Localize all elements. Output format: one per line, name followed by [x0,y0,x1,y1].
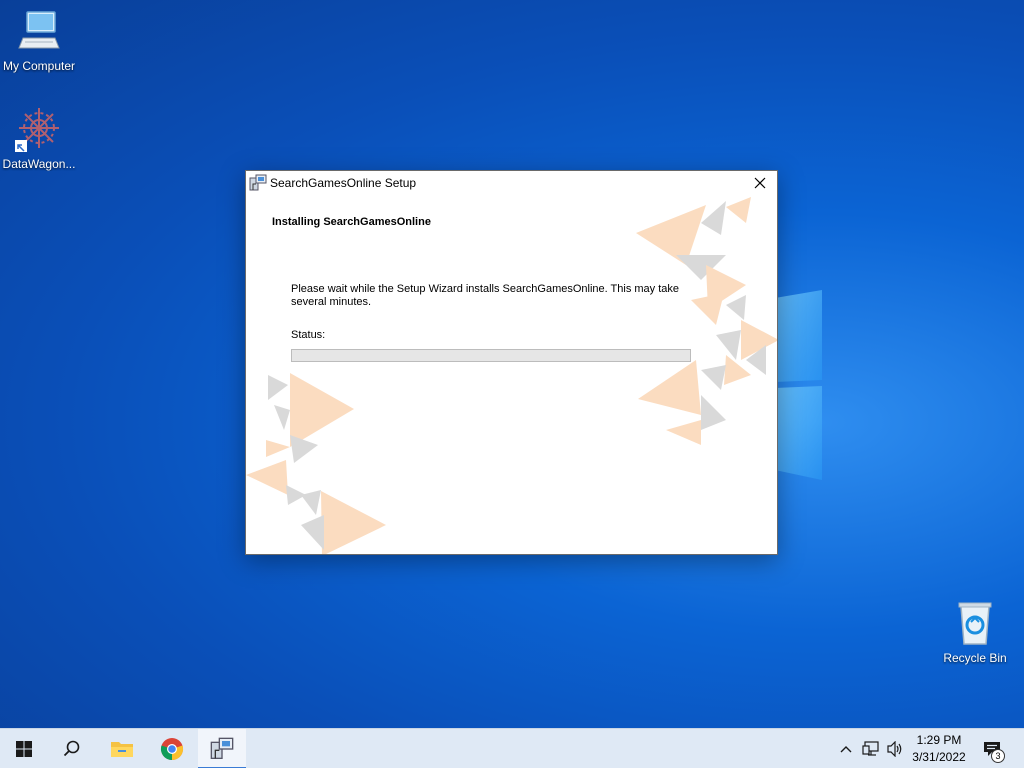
notification-count-badge: 3 [991,749,1005,763]
speaker-icon [887,741,902,757]
file-explorer-button[interactable] [98,729,146,768]
clock-time: 1:29 PM [916,733,962,747]
folder-icon [111,742,133,757]
dialog-title: SearchGamesOnline Setup [270,176,417,190]
volume-button[interactable] [884,729,906,768]
close-button[interactable] [743,171,777,195]
dialog-heading: Installing SearchGamesOnline [272,216,431,228]
close-icon [754,177,766,189]
desktop-icon-label: Recycle Bin [943,651,1007,665]
dialog-content: Installing SearchGamesOnline Please wait… [246,195,777,554]
desktop: My Computer DataWagon... Recycle Bin Sea… [0,0,1024,728]
datawagon-icon [15,106,63,154]
clock-date: 3/31/2022 [912,750,966,764]
desktop-icon-label: DataWagon... [2,157,76,171]
recycle-bin-icon [951,600,999,648]
decorative-triangles [246,197,777,554]
start-button[interactable] [0,729,48,768]
installer-icon [210,737,234,759]
chrome-button[interactable] [148,729,196,768]
install-message: Please wait while the Setup Wizard insta… [291,283,680,308]
desktop-icon-label: My Computer [2,59,76,73]
top-right-triangles [636,197,777,445]
computer-icon [15,8,63,56]
system-clock[interactable]: 1:29 PM 3/31/2022 [905,732,973,766]
chevron-up-icon [840,746,852,753]
bottom-left-triangles [246,373,386,554]
desktop-icon-datawagon[interactable]: DataWagon... [0,106,81,171]
search-button[interactable] [48,729,96,768]
windows-logo-icon [16,741,32,757]
search-icon [63,740,80,757]
desktop-icon-recycle-bin[interactable]: Recycle Bin [933,600,1017,665]
action-center-button[interactable] [978,729,1006,768]
setup-taskbar-button[interactable] [198,729,246,768]
desktop-icon-my-computer[interactable]: My Computer [0,8,81,73]
taskbar: 1:29 PM 3/31/2022 [0,728,1024,768]
status-label: Status: [291,329,326,341]
installer-icon [249,174,267,192]
network-button[interactable] [860,729,882,768]
setup-dialog: SearchGamesOnline Setup Installing Searc… [245,170,778,555]
chrome-icon [160,738,184,761]
dialog-titlebar[interactable]: SearchGamesOnline Setup [246,171,777,195]
network-icon [862,741,879,756]
show-hidden-icons-button[interactable] [836,729,856,768]
install-progress-bar [291,349,691,362]
